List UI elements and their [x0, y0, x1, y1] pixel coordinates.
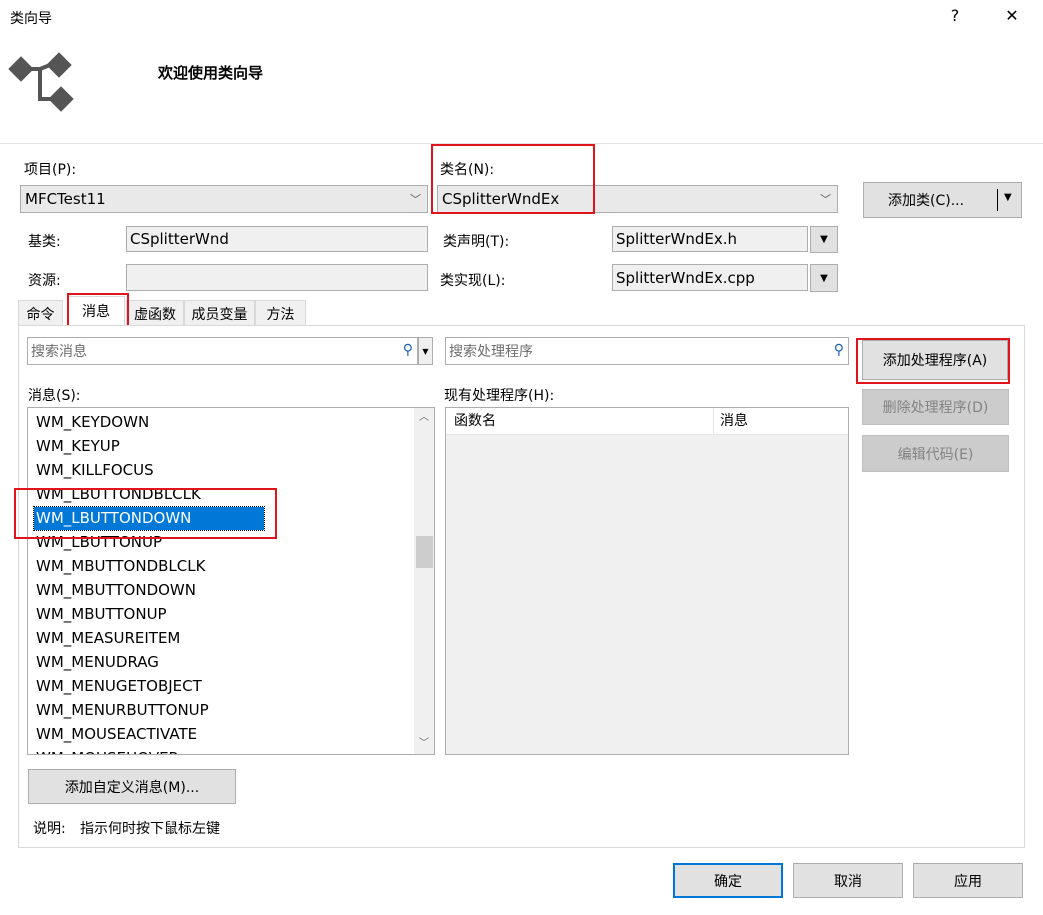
- list-item[interactable]: WM_MENUGETOBJECT: [34, 675, 210, 698]
- scroll-up-icon[interactable]: ︿: [414, 410, 434, 426]
- list-item[interactable]: WM_MBUTTONDOWN: [34, 579, 204, 602]
- add-custom-message-label: 添加自定义消息(M)...: [64, 779, 200, 796]
- tab-methods[interactable]: 方法: [255, 300, 306, 326]
- list-item[interactable]: WM_MEASUREITEM: [34, 627, 188, 650]
- search-messages-dropdown[interactable]: ▼: [418, 337, 433, 365]
- class-decl-value: SplitterWndEx.h: [616, 230, 738, 248]
- class-wizard-icon: [8, 52, 74, 112]
- list-item[interactable]: WM_KEYDOWN: [34, 411, 157, 434]
- list-item[interactable]: WM_MOUSEHOVER: [34, 747, 187, 754]
- tab-label: 成员变量: [191, 306, 248, 323]
- chevron-down-icon: ▼: [422, 346, 429, 356]
- help-button[interactable]: ?: [940, 6, 970, 25]
- chevron-down-icon: ﹀: [410, 193, 421, 206]
- highlight-box-classname: [431, 144, 595, 214]
- handlers-label: 现有处理程序(H):: [444, 388, 555, 404]
- close-button[interactable]: ✕: [997, 6, 1027, 25]
- split-divider: [997, 189, 998, 211]
- search-messages-placeholder: 搜索消息: [31, 344, 87, 360]
- window-title: 类向导: [10, 11, 52, 27]
- tab-member-variables[interactable]: 成员变量: [184, 300, 255, 326]
- ok-label: 确定: [714, 873, 742, 890]
- tab-label: 方法: [266, 306, 295, 323]
- list-item[interactable]: WM_MBUTTONUP: [34, 603, 175, 626]
- ok-button[interactable]: 确定: [673, 863, 783, 898]
- class-impl-field[interactable]: SplitterWndEx.cpp: [612, 264, 808, 291]
- chevron-down-icon: ▼: [820, 272, 828, 284]
- add-class-button[interactable]: 添加类(C)... ▼: [863, 182, 1022, 218]
- cancel-button[interactable]: 取消: [793, 863, 903, 898]
- edit-code-label: 编辑代码(E): [897, 446, 974, 463]
- edit-code-button[interactable]: 编辑代码(E): [862, 435, 1009, 472]
- resource-label: 资源:: [28, 273, 61, 289]
- project-combo[interactable]: MFCTest11 ﹀: [20, 185, 428, 213]
- list-item[interactable]: WM_KILLFOCUS: [34, 459, 162, 482]
- add-custom-message-button[interactable]: 添加自定义消息(M)...: [28, 769, 236, 804]
- messages-scrollbar[interactable]: ︿ ﹀: [414, 408, 434, 754]
- resource-field[interactable]: [126, 264, 428, 291]
- column-header-message[interactable]: 消息: [714, 408, 748, 434]
- description-text: 指示何时按下鼠标左键: [80, 821, 220, 837]
- header-title: 欢迎使用类向导: [158, 64, 264, 82]
- apply-button[interactable]: 应用: [913, 863, 1023, 898]
- class-impl-label: 类实现(L):: [440, 273, 506, 289]
- chevron-down-icon: ﹀: [820, 193, 831, 206]
- apply-label: 应用: [954, 873, 982, 890]
- base-class-value: CSplitterWnd: [130, 230, 229, 248]
- handlers-grid[interactable]: 函数名 消息: [445, 407, 849, 755]
- dropdown-arrow-icon[interactable]: ▼: [1004, 192, 1012, 203]
- project-label: 项目(P):: [24, 162, 77, 178]
- list-item[interactable]: WM_MBUTTONDBLCLK: [34, 555, 213, 578]
- list-item[interactable]: WM_KEYUP: [34, 435, 128, 458]
- scroll-down-icon[interactable]: ﹀: [414, 736, 434, 752]
- description-label: 说明:: [33, 821, 66, 837]
- class-decl-field[interactable]: SplitterWndEx.h: [612, 226, 808, 252]
- chevron-down-icon: ▼: [820, 234, 828, 245]
- scroll-thumb[interactable]: [416, 536, 433, 568]
- class-decl-dropdown[interactable]: ▼: [810, 226, 838, 253]
- search-handlers-input[interactable]: 搜索处理程序 ⚲: [445, 337, 849, 365]
- messages-list[interactable]: WM_KEYDOWN WM_KEYUP WM_KILLFOCUS WM_LBUT…: [27, 407, 435, 755]
- list-item[interactable]: WM_MENURBUTTONUP: [34, 699, 217, 722]
- list-item[interactable]: WM_MOUSEACTIVATE: [34, 723, 205, 746]
- highlight-box-selected-message: [14, 488, 277, 539]
- messages-label: 消息(S):: [28, 388, 81, 404]
- column-header-function[interactable]: 函数名: [448, 408, 714, 434]
- class-impl-dropdown[interactable]: ▼: [810, 264, 838, 292]
- add-class-label: 添加类(C)...: [888, 193, 965, 209]
- search-icon[interactable]: ⚲: [403, 342, 413, 358]
- highlight-box-add-handler: [856, 338, 1010, 384]
- delete-handler-label: 删除处理程序(D): [882, 400, 989, 416]
- search-messages-input[interactable]: 搜索消息 ⚲: [27, 337, 418, 365]
- class-decl-label: 类声明(T):: [443, 234, 510, 250]
- tab-label: 命令: [26, 306, 55, 323]
- cancel-label: 取消: [834, 873, 862, 890]
- tab-label: 虚函数: [134, 306, 176, 323]
- base-class-field[interactable]: CSplitterWnd: [126, 226, 428, 252]
- search-handlers-placeholder: 搜索处理程序: [449, 344, 533, 360]
- project-value: MFCTest11: [25, 190, 106, 208]
- handlers-grid-header: 函数名 消息: [446, 408, 848, 435]
- search-icon[interactable]: ⚲: [834, 342, 844, 358]
- delete-handler-button[interactable]: 删除处理程序(D): [862, 389, 1009, 425]
- class-impl-value: SplitterWndEx.cpp: [616, 268, 755, 287]
- base-class-label: 基类:: [28, 234, 61, 250]
- tab-commands[interactable]: 命令: [18, 300, 63, 326]
- tab-virtual-functions[interactable]: 虚函数: [126, 300, 184, 326]
- list-item[interactable]: WM_MENUDRAG: [34, 651, 167, 674]
